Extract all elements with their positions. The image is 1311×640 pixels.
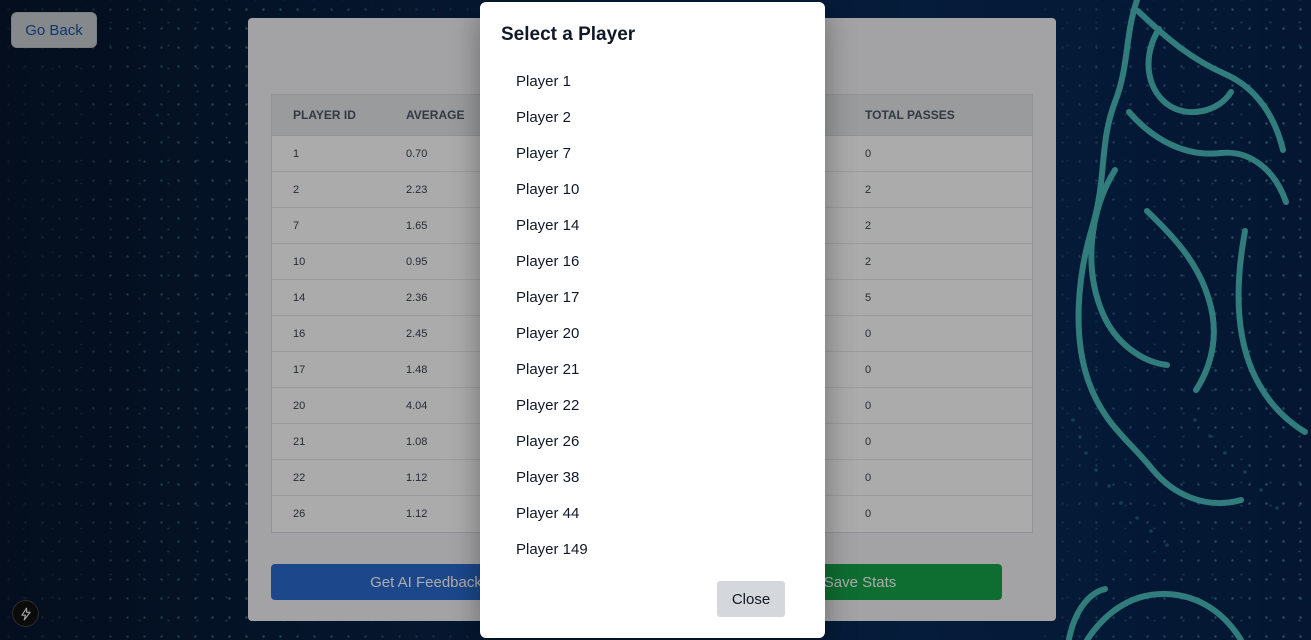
player-option[interactable]: Player 22 — [516, 387, 796, 423]
player-option[interactable]: Player 17 — [516, 279, 796, 315]
player-option[interactable]: Player 2 — [516, 99, 796, 135]
select-player-modal: Select a Player Player 1 Player 2 Player… — [480, 2, 825, 638]
player-option[interactable]: Player 14 — [516, 207, 796, 243]
player-option[interactable]: Player 7 — [516, 135, 796, 171]
player-option[interactable]: Player 26 — [516, 423, 796, 459]
player-option[interactable]: Player 1 — [516, 63, 796, 99]
close-button[interactable]: Close — [717, 581, 785, 617]
player-option[interactable]: Player 44 — [516, 495, 796, 531]
player-option[interactable]: Player 10 — [516, 171, 796, 207]
player-list: Player 1 Player 2 Player 7 Player 10 Pla… — [516, 63, 796, 567]
player-option[interactable]: Player 38 — [516, 459, 796, 495]
player-option[interactable]: Player 149 — [516, 531, 796, 567]
player-option[interactable]: Player 20 — [516, 315, 796, 351]
player-option[interactable]: Player 16 — [516, 243, 796, 279]
modal-title: Select a Player — [501, 24, 636, 45]
player-option[interactable]: Player 21 — [516, 351, 796, 387]
